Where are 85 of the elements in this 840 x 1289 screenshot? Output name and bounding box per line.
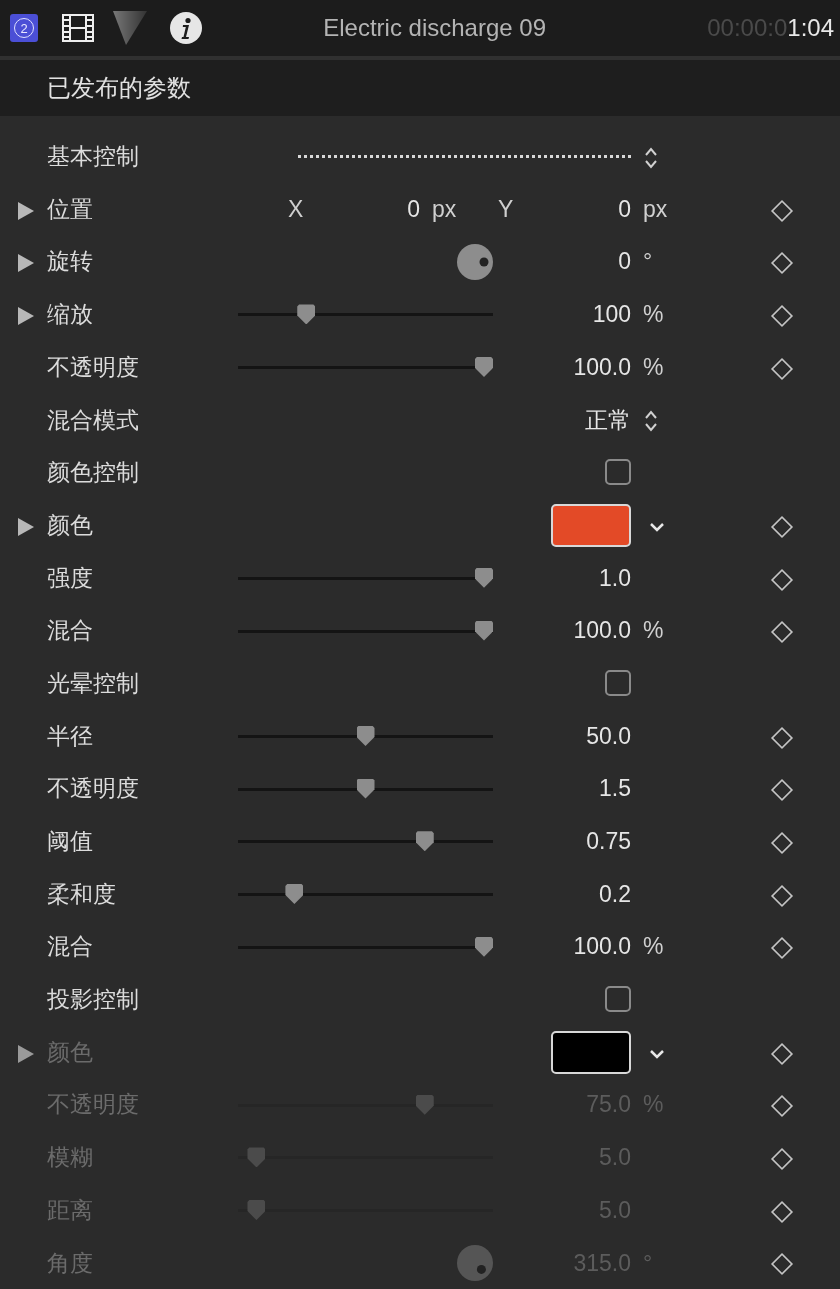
keyframe-diamond-icon[interactable] [770, 198, 794, 223]
keyframe-diamond-icon[interactable] [770, 936, 794, 961]
parameter-label: 旋转 [47, 248, 93, 275]
parameter-label: 不透明度 [47, 775, 139, 802]
unit-text: % [643, 1091, 664, 1118]
value-text: 100.0 [572, 932, 631, 962]
value-text: 50.0 [585, 721, 631, 751]
slider-thumb[interactable] [475, 936, 493, 957]
parameter-label: 位置 [47, 195, 93, 222]
rotation-dial[interactable] [457, 243, 493, 280]
keyframe-diamond-icon[interactable] [770, 567, 794, 592]
up-down-arrows-icon[interactable] [643, 146, 659, 170]
value-text: 0.2 [598, 879, 631, 909]
parameter-label: 混合模式 [47, 406, 139, 433]
checkbox[interactable] [605, 670, 631, 697]
keyframe-diamond-icon[interactable] [770, 514, 794, 539]
slider-thumb[interactable] [415, 831, 434, 852]
parameter-label: 颜色控制 [47, 459, 139, 486]
parameter-label: 不透明度 [47, 353, 139, 380]
checkbox[interactable] [605, 986, 631, 1013]
parameter-label: 半径 [47, 722, 93, 749]
slider-thumb[interactable] [297, 304, 316, 325]
info-icon[interactable] [170, 12, 202, 44]
slider-thumb[interactable] [356, 725, 375, 746]
keyframe-diamond-icon[interactable] [770, 830, 794, 855]
value-text: 0 [617, 194, 631, 224]
unit-text: % [643, 301, 664, 328]
parameter-label: 颜色 [47, 511, 93, 538]
parameter-label: 强度 [47, 564, 93, 591]
slider-thumb[interactable] [475, 567, 493, 588]
keyframe-diamond-icon[interactable] [770, 725, 794, 750]
parameter-label: 阈值 [47, 828, 93, 855]
timecode: 1:04 [787, 13, 834, 43]
value-text: 100 [591, 300, 631, 330]
keyframe-diamond-icon[interactable] [770, 778, 794, 803]
keyframe-diamond-icon[interactable] [770, 251, 794, 276]
disclosure-triangle-icon[interactable] [18, 201, 34, 220]
parameter-label: 不透明度 [47, 1091, 139, 1118]
up-down-arrows-icon[interactable] [643, 409, 659, 434]
keyframe-diamond-icon[interactable] [770, 356, 794, 381]
checkbox[interactable] [605, 459, 631, 486]
keyframe-diamond-icon[interactable] [770, 620, 794, 645]
slider-thumb[interactable] [285, 883, 304, 904]
disclosure-triangle-icon[interactable] [18, 254, 34, 273]
popup-value[interactable]: 正常 [493, 402, 631, 438]
disclosure-triangle-icon[interactable] [18, 517, 34, 536]
parameter-label: 颜色 [47, 1038, 93, 1065]
unit-text: ° [643, 1249, 653, 1276]
value-text: 0 [617, 247, 631, 277]
chevron-down-icon[interactable] [649, 521, 665, 532]
color-swatch[interactable] [551, 503, 631, 547]
slider-thumb[interactable] [475, 620, 493, 641]
unit-text: % [643, 353, 664, 380]
slider-thumb[interactable] [475, 357, 493, 378]
unit-text: ° [643, 248, 653, 275]
parameter-label: 基本控制 [47, 143, 139, 170]
parameter-label: 缩放 [47, 301, 93, 328]
unit-text: px [643, 195, 668, 222]
unit-text: % [643, 617, 664, 644]
unit-text: px [432, 194, 457, 224]
value-text: 100.0 [572, 352, 631, 382]
keyframe-diamond-icon[interactable] [770, 883, 794, 908]
parameter-label: 光晕控制 [47, 669, 139, 696]
keyframe-diamond-icon[interactable] [770, 304, 794, 329]
value-text: 1.5 [598, 774, 631, 804]
triangle-icon[interactable] [112, 9, 148, 47]
value-text: 0.75 [585, 827, 631, 857]
window-title: Electric discharge 09 [322, 13, 547, 43]
unit-text: % [643, 933, 664, 960]
slider-thumb[interactable] [356, 778, 375, 799]
parameter-label: 投影控制 [47, 986, 139, 1013]
value-text: 1.0 [598, 563, 631, 593]
parameter-label: 混合 [47, 933, 93, 960]
value-text: 0 [406, 194, 420, 224]
parameter-label: 模糊 [47, 1144, 93, 1171]
section-title: 已发布的参数 [47, 73, 191, 103]
disclosure-triangle-icon[interactable] [18, 307, 34, 326]
value-text: 100.0 [572, 616, 631, 646]
parameter-label: 柔和度 [47, 880, 116, 907]
film-icon[interactable] [62, 14, 94, 42]
axis-label: Y [498, 194, 514, 224]
parameter-label: 混合 [47, 617, 93, 644]
axis-label: X [288, 194, 304, 224]
parameter-label: 角度 [47, 1249, 93, 1276]
parameter-label: 距离 [47, 1196, 93, 1223]
